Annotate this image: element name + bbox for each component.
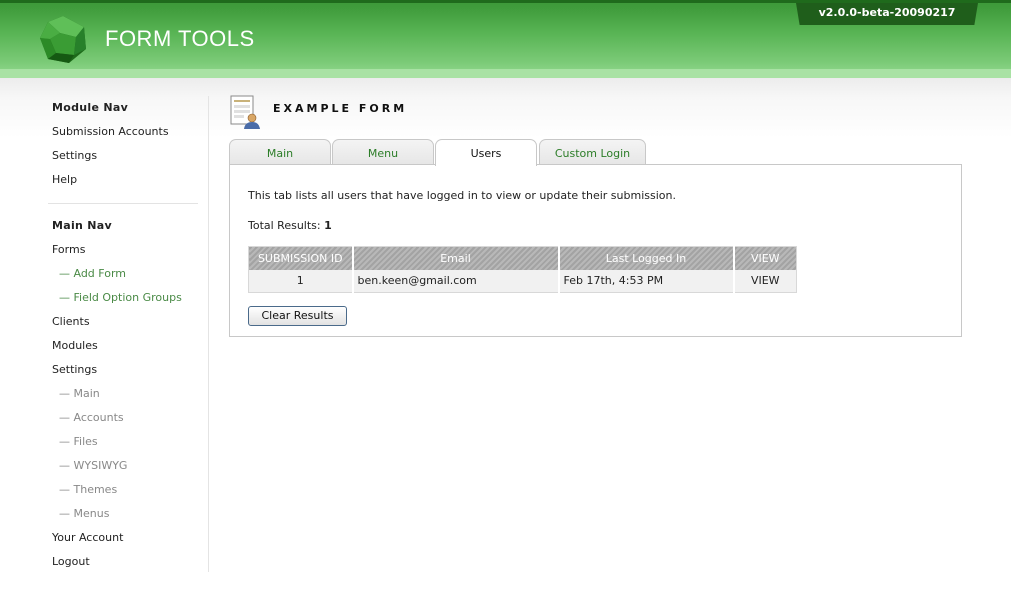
clear-results-button[interactable]: Clear Results: [248, 306, 347, 326]
sidebar-item-your-account[interactable]: Your Account: [48, 526, 198, 550]
sidebar-item-settings-menus[interactable]: — Menus: [48, 502, 198, 526]
page-title: EXAMPLE FORM: [273, 102, 408, 115]
column-header-view: VIEW: [733, 246, 797, 270]
view-link[interactable]: VIEW: [733, 269, 797, 293]
module-nav-heading: Module Nav: [52, 101, 129, 114]
column-header-email[interactable]: Email: [352, 246, 560, 270]
sidebar-item-settings-files[interactable]: — Files: [48, 430, 198, 454]
tab-menu[interactable]: Menu: [332, 139, 434, 165]
total-results-value: 1: [324, 219, 332, 232]
column-header-submission-id[interactable]: SUBMISSION ID: [248, 246, 354, 270]
sidebar-item-settings[interactable]: Settings: [48, 358, 198, 382]
sidebar-item-help[interactable]: Help: [48, 168, 198, 192]
logo-gem-icon: [40, 16, 86, 63]
sidebar-item-settings-wysiwyg[interactable]: — WYSIWYG: [48, 454, 198, 478]
sidebar-item-module-settings[interactable]: Settings: [48, 144, 198, 168]
sidebar-item-settings-themes[interactable]: — Themes: [48, 478, 198, 502]
total-results-label: Total Results:: [248, 219, 321, 232]
tab-custom-login[interactable]: Custom Login: [539, 139, 646, 165]
sidebar-item-settings-accounts[interactable]: — Accounts: [48, 406, 198, 430]
cell-last-logged-in: Feb 17th, 4:53 PM: [558, 269, 735, 293]
table-row: 1 ben.keen@gmail.com Feb 17th, 4:53 PM V…: [248, 269, 797, 293]
results-table: SUBMISSION ID Email Last Logged In VIEW …: [248, 246, 797, 293]
app-logo-text: FORM TOOLS: [105, 26, 255, 51]
sidebar-item-settings-main[interactable]: — Main: [48, 382, 198, 406]
column-header-last-logged-in[interactable]: Last Logged In: [558, 246, 735, 270]
sidebar-item-forms[interactable]: Forms: [48, 238, 198, 262]
sidebar: Module Nav Submission Accounts Settings …: [48, 96, 198, 574]
form-user-icon: [230, 95, 260, 129]
sidebar-rule: [208, 96, 209, 572]
total-results: Total Results: 1: [248, 219, 332, 232]
page-header: FORM TOOLS v2.0.0-beta-20090217: [0, 0, 1011, 81]
sidebar-item-clients[interactable]: Clients: [48, 310, 198, 334]
table-header-row: SUBMISSION ID Email Last Logged In VIEW: [248, 246, 797, 270]
sidebar-item-field-option-groups[interactable]: — Field Option Groups: [48, 286, 198, 310]
cell-submission-id: 1: [248, 269, 354, 293]
version-badge: v2.0.0-beta-20090217: [796, 3, 978, 25]
main-nav-heading: Main Nav: [52, 219, 112, 232]
sidebar-item-logout[interactable]: Logout: [48, 550, 198, 574]
sidebar-item-modules[interactable]: Modules: [48, 334, 198, 358]
tab-users[interactable]: Users: [435, 139, 537, 166]
tab-main[interactable]: Main: [229, 139, 331, 165]
cell-email: ben.keen@gmail.com: [352, 269, 560, 293]
sidebar-item-add-form[interactable]: — Add Form: [48, 262, 198, 286]
sidebar-item-submission-accounts[interactable]: Submission Accounts: [48, 120, 198, 144]
intro-text: This tab lists all users that have logge…: [248, 189, 676, 202]
sidebar-divider: [48, 203, 198, 204]
